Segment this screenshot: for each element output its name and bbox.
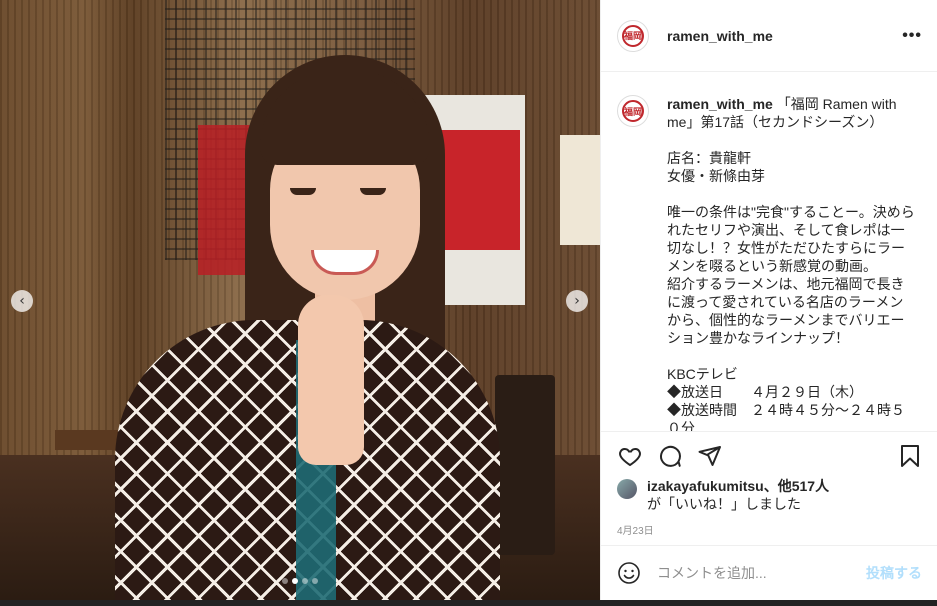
carousel-dot xyxy=(312,578,318,584)
avatar-logo: 福岡 xyxy=(622,24,644,47)
comment-input[interactable]: コメントを追加... xyxy=(657,563,767,583)
bottom-strip xyxy=(0,600,937,606)
caption-scroll[interactable]: 福岡 ramen_with_me 「福岡 Ramen with me」第17話（… xyxy=(601,73,937,432)
caption-line: ◆放送日 ４月２９日（木） xyxy=(667,384,863,400)
liker-username[interactable]: izakayafukumitsu xyxy=(647,478,764,494)
avatar[interactable]: 福岡 xyxy=(617,19,649,52)
action-bar xyxy=(617,440,922,472)
smiley-icon[interactable] xyxy=(617,561,641,585)
instagram-post-modal: ‹ › 福岡 ramen_with_me ••• 福岡 ramen_with_m… xyxy=(0,0,937,606)
caption-gap xyxy=(667,347,917,365)
carousel-dot-active xyxy=(292,578,298,584)
liker-avatar[interactable] xyxy=(617,479,637,499)
caption-line: 唯一の条件は"完食"することー。決められたセリフや演出、そして食レポは一切なし！… xyxy=(667,204,915,274)
caption-line: 紹介するラーメンは、地元福岡で長きに渡って愛されている名店のラーメンから、個性的… xyxy=(667,276,905,346)
likes-suffix: が「いいね！」しました xyxy=(647,496,801,512)
caption-text: ramen_with_me 「福岡 Ramen with me」第17話（セカン… xyxy=(667,95,917,432)
heart-icon[interactable] xyxy=(617,444,643,468)
more-horizontal-icon[interactable]: ••• xyxy=(902,27,922,45)
post-date[interactable]: 4月23日 xyxy=(617,522,654,537)
photo-person-eye-left xyxy=(290,188,316,195)
caption-username[interactable]: ramen_with_me xyxy=(667,96,773,112)
chevron-left-icon[interactable]: ‹ xyxy=(11,290,33,312)
caption-gap xyxy=(667,185,917,203)
comment-box: コメントを追加... 投稿する xyxy=(601,545,937,600)
photo-person-hands xyxy=(298,295,364,465)
caption-avatar[interactable]: 福岡 xyxy=(617,95,649,127)
photo-person-eye-right xyxy=(360,188,386,195)
post-header: 福岡 ramen_with_me ••• xyxy=(601,0,937,72)
caption-line: KBCテレビ xyxy=(667,366,738,382)
post-photo[interactable]: ‹ › xyxy=(0,0,600,600)
caption-gap xyxy=(667,131,917,149)
chevron-right-icon[interactable]: › xyxy=(566,290,588,312)
header-username[interactable]: ramen_with_me xyxy=(667,28,773,44)
carousel-dot xyxy=(302,578,308,584)
carousel-dot xyxy=(282,578,288,584)
post-comment-button[interactable]: 投稿する xyxy=(866,563,922,583)
carousel-indicator xyxy=(282,578,318,584)
caption-line: 女優・新條由芽 xyxy=(667,168,765,184)
send-icon[interactable] xyxy=(697,444,723,468)
likes-summary: izakayafukumitsu、他517人 が「いいね！」しました xyxy=(617,477,829,513)
bookmark-icon[interactable] xyxy=(898,444,922,468)
caption-line: 店名：貴龍軒 xyxy=(667,150,751,166)
caption-row: 福岡 ramen_with_me 「福岡 Ramen with me」第17話（… xyxy=(601,73,937,432)
comment-icon[interactable] xyxy=(657,444,683,468)
caption-line: ◆放送時間 ２４時４５分〜２４時５０分 xyxy=(667,402,905,432)
likes-text: izakayafukumitsu、他517人 が「いいね！」しました xyxy=(647,477,829,513)
photo-chair xyxy=(495,375,555,555)
post-side-panel: 福岡 ramen_with_me ••• 福岡 ramen_with_me 「福… xyxy=(600,0,937,600)
photo-calendar xyxy=(560,135,600,245)
likes-others[interactable]: 、他517人 xyxy=(764,478,829,494)
avatar-logo: 福岡 xyxy=(622,100,644,122)
